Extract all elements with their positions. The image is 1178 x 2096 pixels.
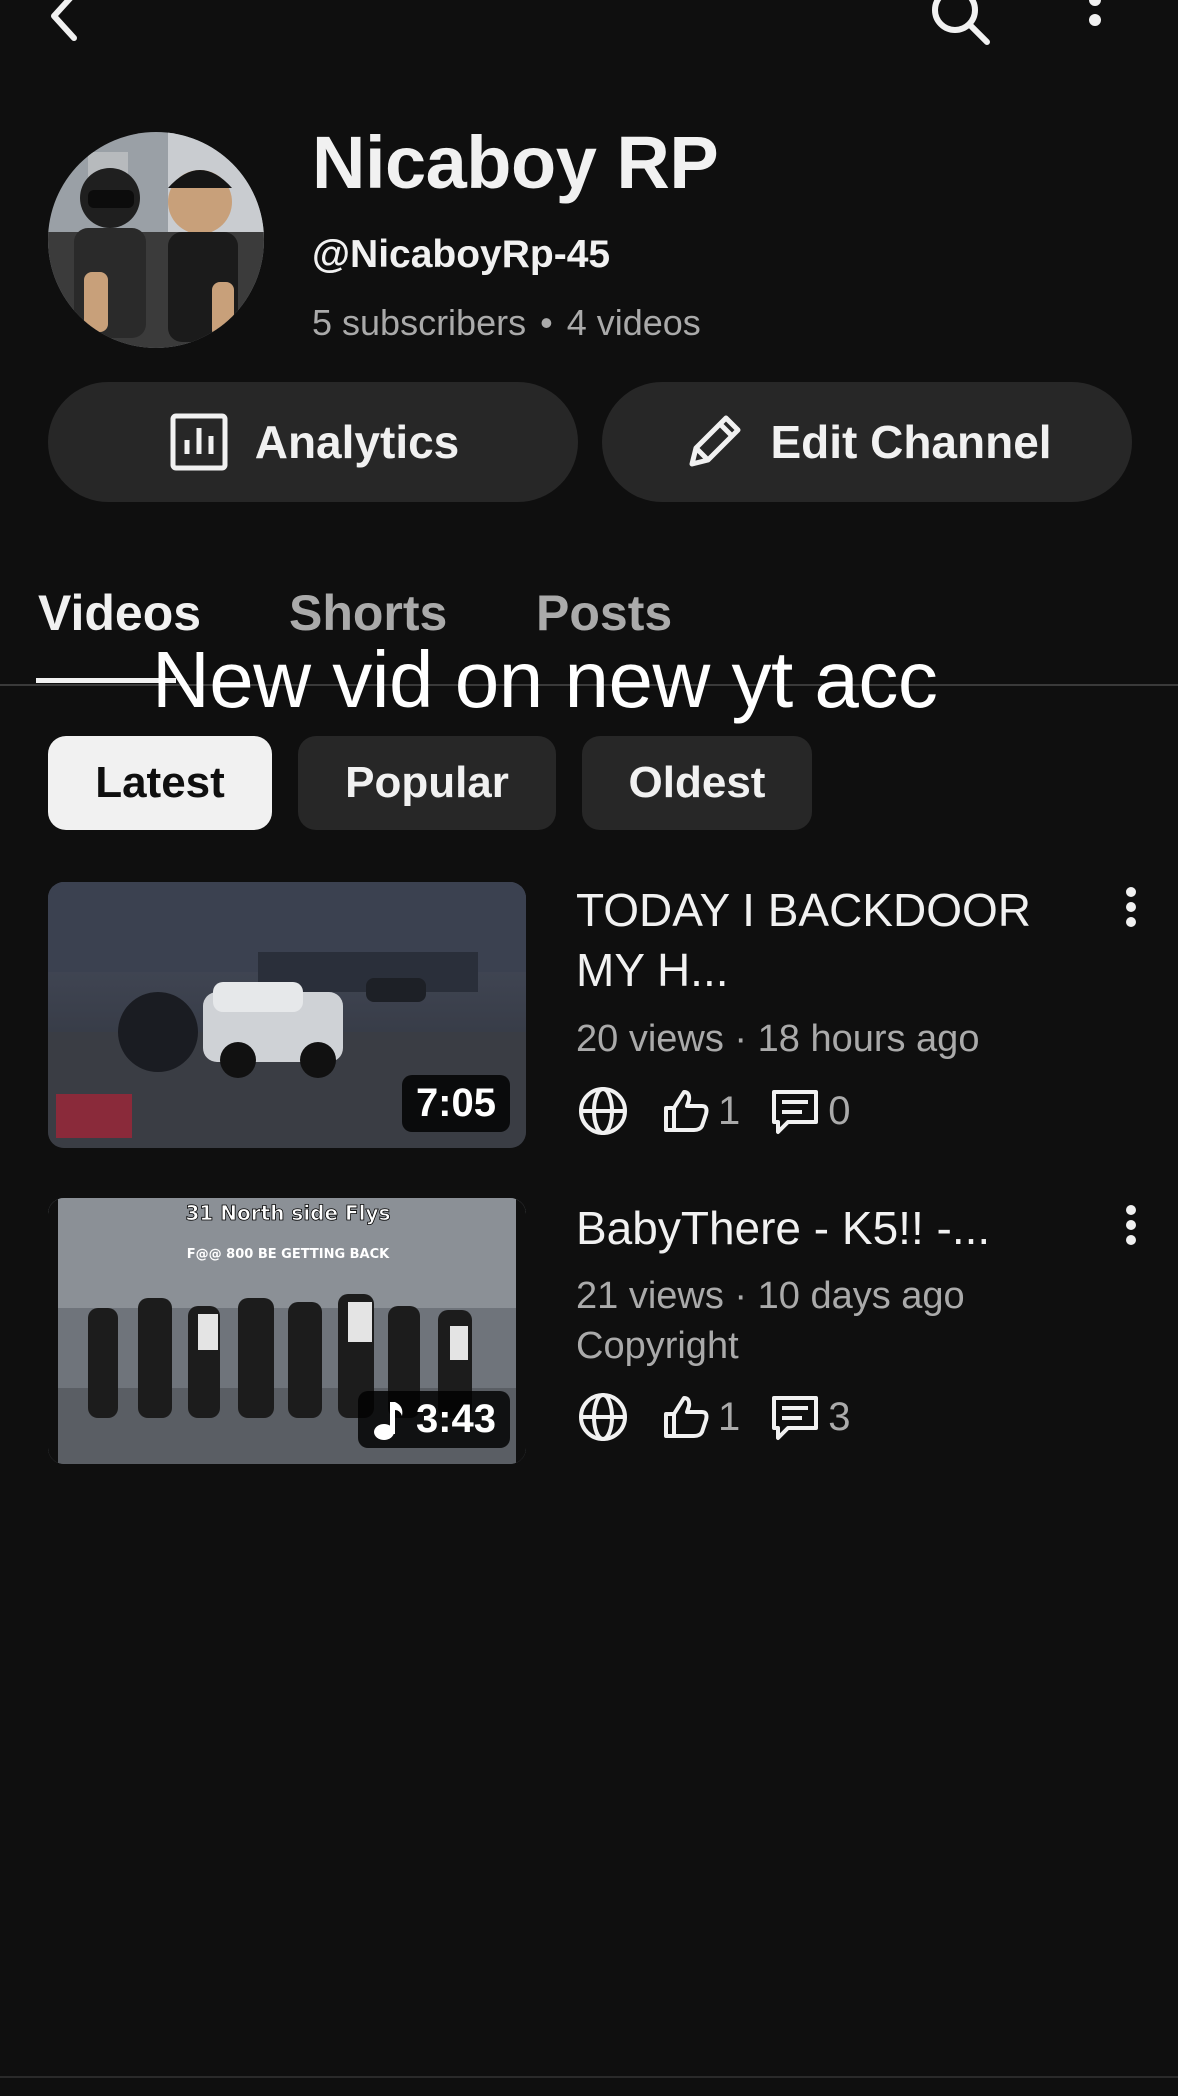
channel-handle: @NicaboyRp-45: [312, 233, 611, 276]
overlay-caption: New vid on new yt acc: [152, 635, 938, 724]
comment-count: 3: [768, 1390, 851, 1444]
filter-chip-oldest[interactable]: Oldest: [582, 736, 812, 830]
like-count: 1: [658, 1390, 740, 1444]
avatar[interactable]: [48, 132, 264, 348]
more-vert-icon[interactable]: [1078, 0, 1112, 46]
thumbs-up-icon: [664, 1396, 709, 1438]
pencil-icon: [689, 415, 741, 467]
search-icon[interactable]: [925, 0, 995, 50]
video-count: 4 videos: [566, 302, 701, 343]
comment-count-text: 3: [828, 1394, 851, 1439]
edit-channel-button[interactable]: Edit Channel: [602, 382, 1132, 502]
comment-count-text: 0: [828, 1088, 851, 1133]
comment-icon: [772, 1396, 819, 1440]
chevron-left-icon[interactable]: [36, 0, 96, 46]
video-stats: 1 0: [576, 1084, 879, 1138]
analytics-button[interactable]: Analytics: [48, 382, 578, 502]
thumbnail-text-line2: F@@ 800 BE GETTING BACK: [187, 1247, 390, 1262]
comment-icon: [772, 1090, 819, 1134]
filter-chip-latest[interactable]: Latest: [48, 736, 272, 830]
comment-count: 0: [768, 1084, 851, 1138]
channel-stats: 5 subscribers • 4 videos: [312, 302, 701, 344]
more-vert-icon[interactable]: [1116, 884, 1146, 930]
video-stats: 1 3: [576, 1390, 879, 1444]
video-title[interactable]: TODAY I BACKDOOR MY H...: [576, 880, 1096, 1000]
edit-channel-label: Edit Channel: [770, 416, 1052, 468]
like-count: 1: [658, 1084, 740, 1138]
visibility-public: [576, 1390, 630, 1444]
globe-icon: [579, 1087, 627, 1135]
more-vert-icon[interactable]: [1116, 1202, 1146, 1248]
subscriber-count: 5 subscribers: [312, 302, 527, 343]
video-meta: 21 views · 10 days ago: [576, 1275, 965, 1317]
stats-separator: •: [540, 302, 553, 343]
copyright-notice[interactable]: Copyright: [576, 1325, 739, 1368]
thumbs-up-icon: [664, 1090, 709, 1132]
avatar-image: [48, 132, 264, 348]
analytics-label: Analytics: [254, 416, 460, 468]
video-meta: 20 views · 18 hours ago: [576, 1018, 980, 1060]
video-title[interactable]: BabyThere - K5!! -...: [576, 1198, 1096, 1258]
filter-chip-popular[interactable]: Popular: [298, 736, 556, 830]
globe-icon: [579, 1393, 627, 1441]
video-duration: 7:05: [401, 1075, 510, 1132]
visibility-public: [576, 1084, 630, 1138]
like-count-text: 1: [718, 1394, 741, 1439]
analytics-icon: [170, 413, 228, 471]
video-thumbnail[interactable]: 7:05: [48, 882, 526, 1148]
like-count-text: 1: [718, 1088, 741, 1133]
music-note-icon: [373, 1401, 403, 1440]
duration-text: 7:05: [415, 1081, 496, 1125]
thumbnail-text-line1: 31 North side Flys: [186, 1201, 391, 1225]
bottom-divider: [0, 2076, 1178, 2078]
video-thumbnail[interactable]: 31 North side Flys F@@ 800 BE GETTING BA…: [48, 1198, 526, 1464]
video-duration: 3:43: [357, 1391, 510, 1448]
channel-name: Nicaboy RP: [312, 121, 719, 204]
duration-text: 3:43: [415, 1397, 496, 1441]
